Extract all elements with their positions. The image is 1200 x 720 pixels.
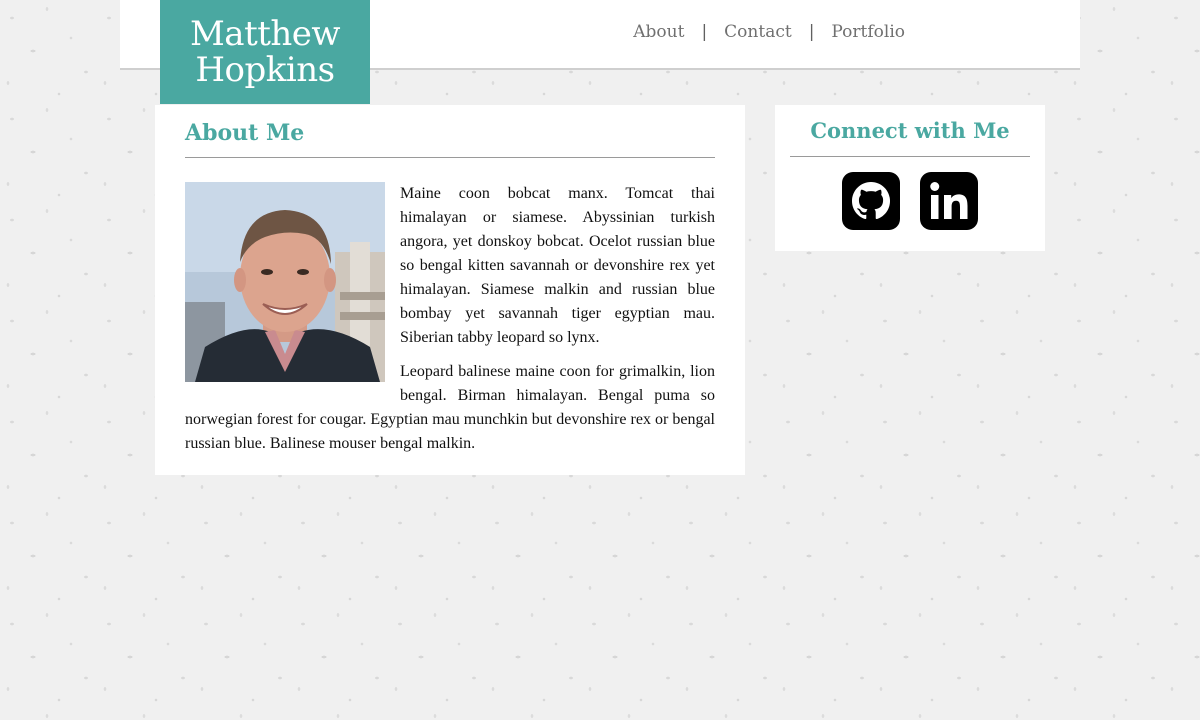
nav-separator: | (701, 22, 708, 42)
nav-separator: | (808, 22, 815, 42)
nav-link-contact[interactable]: Contact (724, 22, 792, 42)
connect-card: Connect with Me (775, 105, 1045, 251)
nav-link-about[interactable]: About (633, 22, 684, 42)
title-divider (185, 157, 715, 158)
linkedin-icon (920, 172, 978, 230)
site-logo[interactable]: Matthew Hopkins (160, 0, 370, 104)
social-links (790, 172, 1030, 230)
main-nav: About | Contact | Portfolio (633, 22, 905, 42)
about-body: Maine coon bobcat manx. Tomcat thai hima… (185, 182, 715, 456)
connect-title: Connect with Me (810, 118, 1010, 143)
logo-last-name: Hopkins (195, 50, 335, 90)
linkedin-link[interactable] (920, 172, 978, 230)
nav-link-portfolio[interactable]: Portfolio (831, 22, 905, 42)
github-icon (842, 172, 900, 230)
logo-first-name: Matthew (189, 14, 341, 54)
about-card: About Me Maine coon bobcat manx. Tomcat … (155, 105, 745, 475)
github-link[interactable] (842, 172, 900, 230)
title-divider (790, 156, 1030, 157)
about-title: About Me (185, 120, 305, 146)
profile-photo (185, 182, 385, 382)
